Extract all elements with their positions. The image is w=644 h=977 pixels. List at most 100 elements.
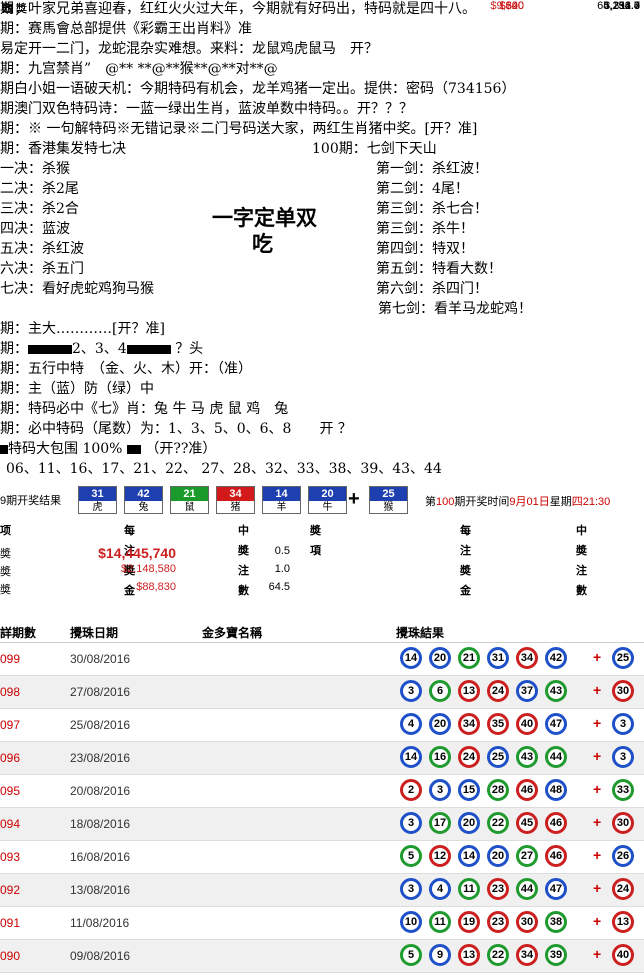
history-special-ball: 30 [612,812,634,834]
history-date: 13/08/2016 [70,883,131,897]
history-plus: + [593,748,602,764]
history-period: 092 [0,883,21,897]
left-col-item: 一决：杀猴 [0,161,70,177]
history-ball: 34 [516,944,538,966]
history-date: 11/08/2016 [70,916,130,930]
history-col-name: 金多寶名稱 [202,626,263,640]
history-row[interactable]: 091 11/08/2016 10 11 19 23 30 38 +13 [0,907,644,940]
history-plus: + [593,814,602,830]
text-line: 期：九宫禁肖” @** **@**猴**@**对**@ [0,61,278,77]
right-col-item: 第七剑：看羊马龙蛇鸡！ [378,301,532,317]
history-col-period: 詳期數 [0,626,37,640]
history-special-ball: 30 [612,680,634,702]
history-plus: + [593,946,602,962]
history-period: 097 [0,718,21,732]
history-row[interactable]: 094 18/08/2016 3 17 20 22 45 46 +30 [0,808,644,841]
right-col-item: 第四剑：特双！ [376,241,474,257]
history-row[interactable]: 098 27/08/2016 3 6 13 24 37 43 +30 [0,676,644,709]
prize-name: 奬 [0,548,11,560]
left-col-item: 五决：杀红波 [0,241,84,257]
prize-header: 奬項 [310,525,321,557]
history-ball: 16 [429,746,451,768]
prize-header: 中奬注數 [576,525,587,597]
history-ball: 45 [516,812,538,834]
history-ball: 3 [429,779,451,801]
history-col-result: 攪珠結果 [396,626,445,640]
history-plus: + [593,682,602,698]
text-line: 期：赛馬會总部提供《彩霸王出肖料》准 [0,21,252,37]
prize-header: 每注奬金 [124,525,135,597]
ball-zodiac: 猴 [383,502,394,513]
draw-ball: 21 鼠 [170,486,209,514]
text-line: 期：香港集发特七决 [0,141,126,157]
prize-count: 64.5 [268,581,290,593]
history-ball: 4 [429,878,451,900]
history-special-ball: 3 [612,746,634,768]
prize-amount: $40 [505,0,524,12]
history-ball: 10 [400,911,422,933]
history-row[interactable]: 095 20/08/2016 2 3 15 28 46 48 +33 [0,775,644,808]
history-ball: 46 [545,812,567,834]
right-col-item: 第五剑：特看大数！ [376,261,502,277]
history-period: 098 [0,685,21,699]
history-date: 27/08/2016 [70,685,131,699]
history-ball: 5 [400,944,422,966]
history-row[interactable]: 092 13/08/2016 3 4 11 23 44 47 +24 [0,874,644,907]
draw-label: 9期开奖结果 [0,495,62,507]
bars-tail: ？头 [175,341,204,357]
special-ball: 25 猴 [369,486,408,514]
ball-zodiac: 虎 [92,502,103,513]
history-ball: 37 [516,680,538,702]
history-ball: 6 [429,680,451,702]
history-ball: 15 [458,779,480,801]
history-ball: 40 [516,713,538,735]
history-row[interactable]: 097 25/08/2016 4 20 34 35 40 47 +3 [0,709,644,742]
center-big-text: 一字定单双 吃 [212,205,317,257]
history-plus: + [593,880,602,896]
history-period: 093 [0,850,21,864]
left-col-item: 三决：杀2合 [0,201,79,217]
text-line: 期：特码必中《七》肖：兔 牛 马 虎 鼠 鸡 兔 [0,401,289,417]
history-ball: 27 [516,845,538,867]
history-ball: 14 [458,845,480,867]
history-special-ball: 13 [612,911,634,933]
history-period: 096 [0,751,21,765]
history-period: 094 [0,817,21,831]
history-row[interactable]: 099 30/08/2016 14 20 21 31 34 42 +25 [0,643,644,676]
ball-zodiac: 羊 [276,502,287,513]
history-plus: + [593,847,602,863]
history-ball: 5 [400,845,422,867]
prize-header: 中奬注數 [238,525,249,597]
history-ball: 20 [458,812,480,834]
history-ball: 2 [400,779,422,801]
text-line: 期：※ 一句解特码※无错记录※二门号码送大家，两红生肖猪中奖。[开？准] [0,121,478,137]
history-row[interactable]: 090 09/08/2016 5 9 13 22 34 39 +40 [0,940,644,973]
history-date: 30/08/2016 [70,652,131,666]
ball-number: 25 [370,487,407,501]
history-date: 09/08/2016 [70,949,131,963]
prize-amount: $14,445,740 [98,545,176,561]
history-special-ball: 3 [612,713,634,735]
text-line: 期：主（蓝）防（绿）中 [0,381,154,397]
right-col-item: 第三剑：杀牛！ [376,221,474,237]
bars-decoration [0,444,8,454]
right-col-item: 第一剑：杀红波！ [376,161,488,177]
history-ball: 20 [429,713,451,735]
ball-zodiac: 鼠 [184,502,195,513]
history-ball: 19 [458,911,480,933]
history-row[interactable]: 093 16/08/2016 5 12 14 20 27 46 +26 [0,841,644,874]
text-line: 期：五行中特 （金、火、木）开：（准） [0,361,252,377]
history-ball: 13 [458,680,480,702]
history-ball: 38 [545,911,567,933]
ball-number: 34 [217,487,254,501]
history-ball: 11 [429,911,451,933]
bars-text: 2、3、4 [72,341,127,357]
draw-ball: 42 兔 [124,486,163,514]
history-ball: 20 [429,647,451,669]
history-ball: 23 [487,878,509,900]
history-row[interactable]: 096 23/08/2016 14 16 24 25 43 44 +3 [0,742,644,775]
history-special-ball: 26 [612,845,634,867]
text-line: 06、11、16、17、21、22、 27、28、32、33、38、39、43、… [6,461,442,477]
history-ball: 23 [487,911,509,933]
history-ball: 39 [545,944,567,966]
